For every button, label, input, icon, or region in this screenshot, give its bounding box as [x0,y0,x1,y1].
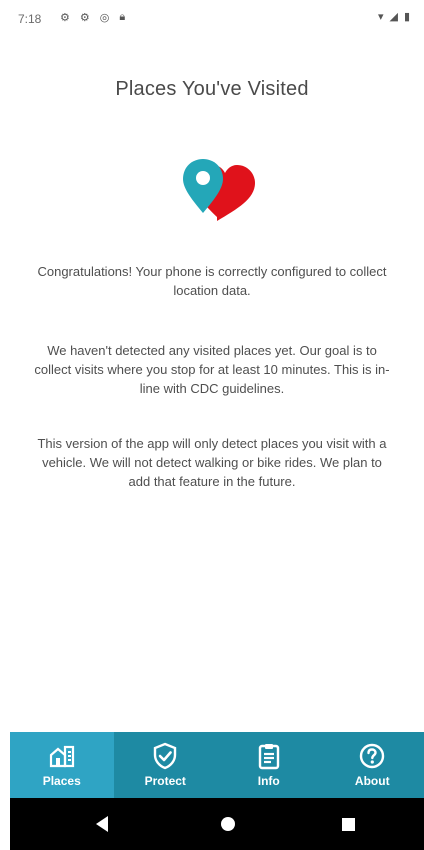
nav-label-protect: Protect [144,774,186,788]
nav-label-places: Places [42,774,81,788]
system-back-button[interactable] [62,798,142,850]
settings-icon: ⚙ [79,12,90,24]
paragraph-no-visits: We haven't detected any visited places y… [34,343,390,396]
battery-icon: ▮ [403,11,410,23]
app-screen: 7:18 ⚙ ⚙ ◎ 🔒︎ ▾ ◢ ▮ Places You've Visite… [0,0,424,850]
lock-icon: 🔒︎ [119,11,126,23]
system-home-button[interactable] [188,798,268,850]
places-icon [49,745,74,768]
nav-label-info: Info [257,774,280,788]
status-right-icons: ▾ ◢ ▮ [378,10,410,23]
help-icon [360,743,385,769]
wifi-icon: ▾ [377,11,384,23]
nav-label-about: About [354,774,390,788]
clipboard-icon [258,744,279,770]
signal-icon: ◢ [389,11,398,23]
status-bar: 7:18 ⚙ ⚙ ◎ 🔒︎ ▾ ◢ ▮ [0,0,424,36]
location-heart-icon [183,159,255,221]
paragraph-vehicle-only: This version of the app will only detect… [37,436,387,489]
system-navigation-bar [10,798,424,850]
nav-item-about[interactable]: About [321,732,424,798]
shield-check-icon [154,742,177,770]
system-recents-button[interactable] [308,798,388,850]
back-icon [96,816,108,832]
nav-item-protect[interactable]: Protect [114,732,218,798]
status-left-icons: ⚙ ⚙ ◎ 🔒︎ [60,11,125,24]
bottom-navigation: Places Protect Info About [10,732,424,798]
settings-icon: ⚙ [60,12,70,24]
status-time: 7:18 [18,12,42,26]
nav-item-info[interactable]: Info [217,732,321,798]
vpn-icon: ◎ [99,12,110,24]
page-title: Places You've Visited [115,78,309,100]
nav-item-places[interactable]: Places [10,732,114,798]
recents-icon [341,817,355,831]
home-icon [221,817,235,831]
paragraph-configured: Congratulations! Your phone is correctly… [37,264,387,298]
